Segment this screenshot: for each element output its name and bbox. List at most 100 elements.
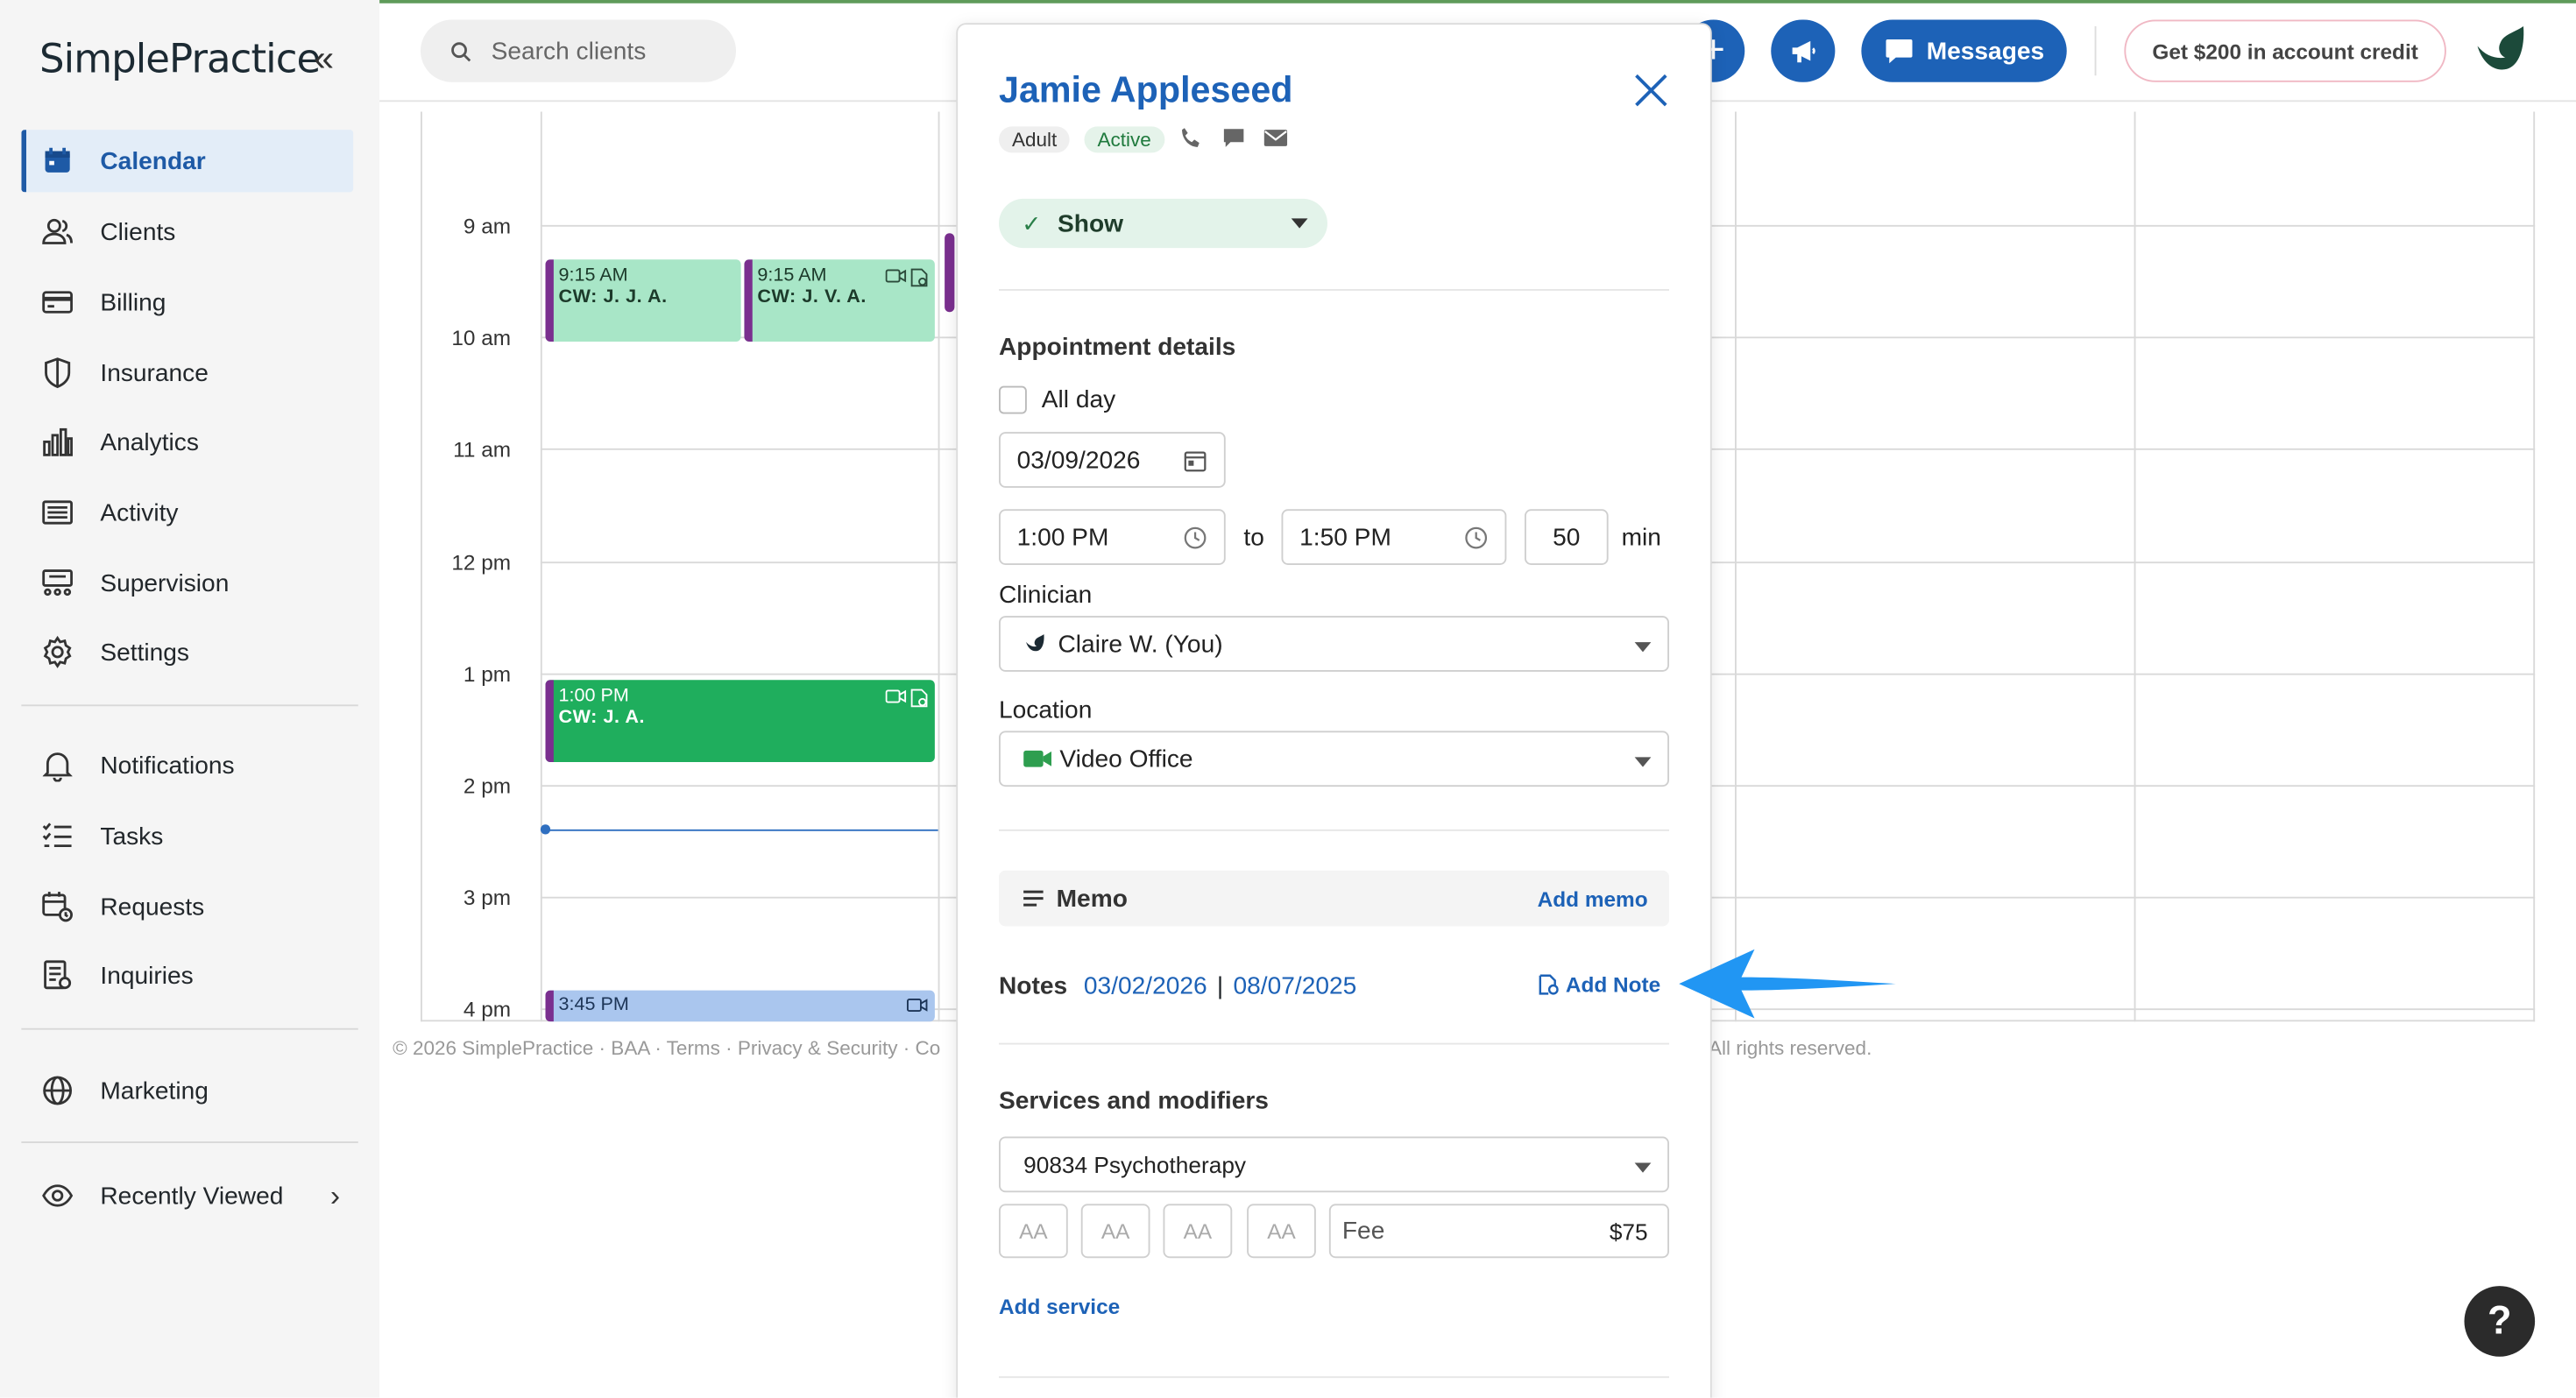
fee-field[interactable]: Fee $75 bbox=[1328, 1204, 1669, 1259]
account-credit-button[interactable]: Get $200 in account credit bbox=[2124, 19, 2446, 82]
sidebar-item-activity[interactable]: Activity bbox=[21, 481, 353, 543]
caret-down-icon bbox=[1291, 218, 1308, 229]
sidebar-item-analytics[interactable]: Analytics bbox=[21, 411, 353, 473]
notes-row: Notes 03/02/2026 | 08/07/2025 bbox=[999, 972, 1356, 1000]
app-logo[interactable]: SimplePractice bbox=[39, 36, 321, 82]
appointment-time: 9:15 AM bbox=[558, 265, 628, 286]
clinician-select[interactable]: Claire W. (You) bbox=[999, 616, 1669, 672]
start-time-field[interactable]: 1:00 PM bbox=[999, 509, 1226, 565]
sidebar-item-recently-viewed[interactable]: Recently Viewed › bbox=[21, 1164, 353, 1226]
messages-button[interactable]: Messages bbox=[1861, 19, 2067, 82]
sidebar-item-insurance[interactable]: Insurance bbox=[21, 342, 353, 404]
sidebar-item-billing[interactable]: Billing bbox=[21, 271, 353, 333]
sidebar-item-label: Recently Viewed bbox=[100, 1182, 284, 1210]
memo-section: Memo Add memo bbox=[999, 870, 1669, 927]
sidebar-item-label: Marketing bbox=[100, 1077, 209, 1105]
top-accent-line bbox=[0, 0, 2576, 4]
sidebar-item-inquiries[interactable]: Inquiries bbox=[21, 944, 353, 1006]
modifier-field[interactable]: AA bbox=[999, 1204, 1068, 1259]
end-time-field[interactable]: 1:50 PM bbox=[1281, 509, 1507, 565]
sidebar-item-marketing[interactable]: Marketing bbox=[21, 1059, 353, 1121]
clients-icon bbox=[41, 215, 74, 249]
eye-icon bbox=[41, 1179, 74, 1212]
time-label: 4 pm bbox=[463, 997, 512, 1022]
sidebar-item-notifications[interactable]: Notifications bbox=[21, 734, 353, 796]
service-select[interactable]: 90834 Psychotherapy bbox=[999, 1136, 1669, 1193]
clock-icon[interactable] bbox=[1183, 526, 1207, 550]
date-field[interactable]: 03/09/2026 bbox=[999, 432, 1226, 488]
sidebar-item-label: Settings bbox=[100, 638, 190, 667]
column-divider bbox=[938, 111, 940, 1022]
announcements-button[interactable] bbox=[1771, 19, 1836, 82]
appointment-block[interactable]: 9:15 AM CW: J. J. A. bbox=[545, 259, 741, 342]
start-time-value: 1:00 PM bbox=[1016, 523, 1109, 552]
client-type-badge: Adult bbox=[999, 126, 1071, 153]
clock-icon[interactable] bbox=[1464, 526, 1489, 550]
add-service-link[interactable]: Add service bbox=[999, 1295, 1120, 1319]
column-divider bbox=[1735, 111, 1737, 1022]
calendar-picker-icon[interactable] bbox=[1183, 448, 1207, 473]
analytics-icon bbox=[41, 426, 74, 459]
modifier-field[interactable]: AA bbox=[1163, 1204, 1233, 1259]
appointment-color-bar bbox=[545, 990, 554, 1022]
help-button[interactable]: ? bbox=[2464, 1286, 2536, 1357]
sidebar-item-label: Activity bbox=[100, 498, 179, 526]
phone-icon[interactable] bbox=[1179, 126, 1206, 152]
memo-lines-icon bbox=[1023, 890, 1044, 907]
location-label: Location bbox=[999, 696, 1093, 724]
panel-divider bbox=[999, 1042, 1669, 1045]
note-link[interactable]: 03/02/2026 bbox=[1084, 972, 1207, 1000]
message-icon[interactable] bbox=[1222, 126, 1249, 152]
sidebar-item-calendar[interactable]: Calendar bbox=[21, 130, 354, 193]
sidebar-item-settings[interactable]: Settings bbox=[21, 621, 353, 683]
note-icon bbox=[910, 268, 928, 287]
clinician-value: Claire W. (You) bbox=[1058, 630, 1223, 658]
note-icon bbox=[910, 688, 928, 708]
insurance-icon bbox=[41, 357, 74, 390]
location-value: Video Office bbox=[1059, 745, 1193, 773]
add-memo-link[interactable]: Add memo bbox=[1538, 887, 1648, 912]
check-icon: ✓ bbox=[1022, 209, 1042, 237]
calendar-icon bbox=[41, 145, 74, 178]
modifier-field[interactable]: AA bbox=[1080, 1204, 1150, 1259]
time-label: 9 am bbox=[463, 213, 512, 238]
all-day-checkbox[interactable] bbox=[999, 385, 1027, 414]
account-avatar[interactable] bbox=[2471, 23, 2530, 79]
services-heading: Services and modifiers bbox=[999, 1087, 1269, 1116]
collapse-sidebar-button[interactable]: « bbox=[314, 39, 334, 79]
appointment-block[interactable]: 3:45 PM bbox=[545, 990, 935, 1022]
bell-icon bbox=[41, 749, 74, 782]
sidebar-item-tasks[interactable]: Tasks bbox=[21, 805, 353, 867]
footer-rights: All rights reserved. bbox=[1709, 1036, 1872, 1060]
time-label: 10 am bbox=[451, 325, 512, 350]
appointment-block[interactable]: 1:00 PM CW: J. A. bbox=[545, 680, 935, 762]
add-note-button[interactable]: Add Note bbox=[1538, 972, 1660, 997]
sidebar-item-clients[interactable]: Clients bbox=[21, 201, 353, 263]
appointment-block[interactable] bbox=[945, 233, 955, 313]
requests-icon bbox=[41, 890, 74, 923]
chat-bubble-icon bbox=[1885, 39, 1912, 64]
fee-label: Fee bbox=[1341, 1217, 1385, 1246]
sidebar-item-requests[interactable]: Requests bbox=[21, 875, 353, 937]
appointment-block[interactable]: 9:15 AM CW: J. V. A. bbox=[744, 259, 935, 342]
note-link[interactable]: 08/07/2025 bbox=[1234, 972, 1357, 1000]
fee-value: $75 bbox=[1609, 1218, 1648, 1245]
time-label: 2 pm bbox=[463, 773, 512, 799]
sidebar-item-supervision[interactable]: Supervision bbox=[21, 552, 353, 614]
email-icon[interactable] bbox=[1263, 126, 1290, 152]
sidebar-divider bbox=[21, 1027, 358, 1030]
tasks-icon bbox=[41, 820, 74, 853]
all-day-label: All day bbox=[1041, 385, 1116, 414]
close-panel-button[interactable] bbox=[1630, 69, 1673, 112]
client-name-link[interactable]: Jamie Appleseed bbox=[999, 69, 1293, 112]
client-status-badge: Active bbox=[1084, 126, 1164, 153]
location-select[interactable]: Video Office bbox=[999, 731, 1669, 787]
appointment-time: 3:45 PM bbox=[558, 995, 629, 1015]
sidebar-item-label: Insurance bbox=[100, 358, 209, 387]
search-input[interactable]: Search clients bbox=[421, 19, 736, 82]
billing-icon bbox=[41, 286, 74, 319]
attendance-status-dropdown[interactable]: ✓ Show bbox=[999, 198, 1327, 249]
duration-field[interactable]: 50 bbox=[1525, 509, 1609, 565]
sidebar: SimplePractice « Calendar Clients Billin… bbox=[0, 0, 380, 1398]
modifier-field[interactable]: AA bbox=[1247, 1204, 1316, 1259]
